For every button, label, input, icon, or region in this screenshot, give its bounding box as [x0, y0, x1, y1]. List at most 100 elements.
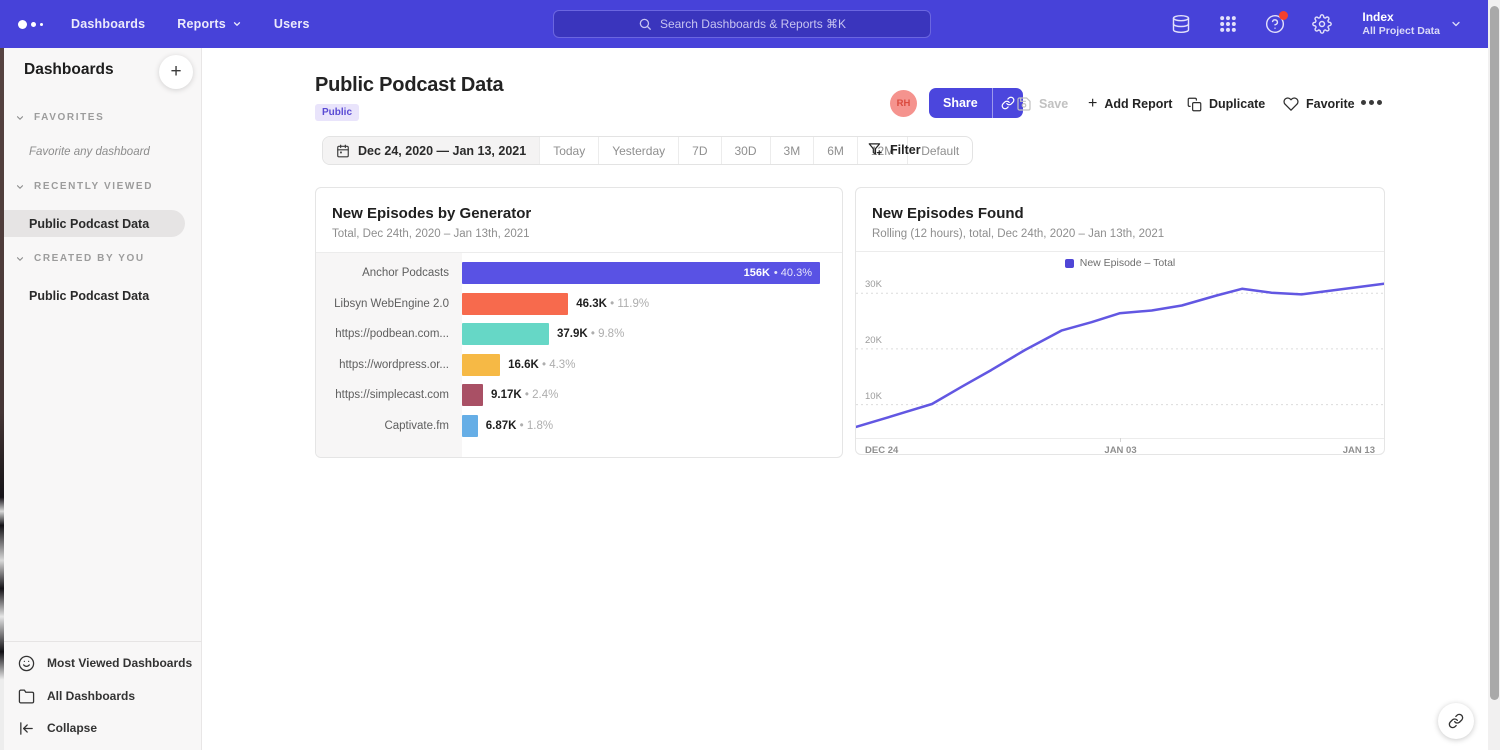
date-preset-3m[interactable]: 3M — [770, 137, 814, 164]
line-chart-canvas — [856, 271, 1384, 438]
bar-category-label: https://podbean.com... — [316, 328, 462, 340]
new-episodes-by-generator-card: New Episodes by Generator Total, Dec 24t… — [315, 187, 843, 458]
date-preset-today[interactable]: Today — [539, 137, 598, 164]
bar[interactable] — [462, 354, 500, 376]
global-search-input[interactable]: Search Dashboards & Reports ⌘K — [553, 10, 931, 38]
save-icon — [1016, 96, 1032, 112]
date-preset-7d[interactable]: 7D — [678, 137, 720, 164]
card-title: New Episodes by Generator — [332, 205, 826, 222]
add-dashboard-button[interactable]: + — [159, 55, 193, 89]
collapse-sidebar-button[interactable]: Collapse — [4, 713, 202, 743]
bar-category-label: Anchor Podcasts — [316, 267, 462, 279]
date-preset-yesterday[interactable]: Yesterday — [598, 137, 678, 164]
project-scope: All Project Data — [1362, 25, 1440, 38]
add-report-button[interactable]: + Add Report — [1088, 95, 1172, 113]
more-actions-button[interactable] — [1361, 100, 1382, 105]
bar[interactable] — [462, 415, 478, 437]
card-subtitle: Rolling (12 hours), total, Dec 24th, 202… — [872, 228, 1368, 240]
legend-label: New Episode – Total — [1080, 257, 1176, 269]
bar-value-label: 9.17K • 2.4% — [491, 389, 558, 401]
line-chart: 10K20K30K — [856, 271, 1384, 438]
bar-value-label: 156K• 40.3% — [744, 262, 812, 284]
share-link-floating-button[interactable] — [1438, 703, 1474, 739]
bar-row: https://simplecast.com 9.17K • 2.4% — [316, 380, 843, 411]
share-button[interactable]: Share — [929, 88, 992, 118]
most-viewed-dashboards-button[interactable]: Most Viewed Dashboards — [4, 648, 202, 678]
chevron-down-icon — [15, 182, 25, 192]
collapse-icon — [18, 720, 35, 737]
link-icon — [1001, 96, 1015, 110]
notification-badge — [1279, 11, 1288, 20]
bar-value-label: 16.6K • 4.3% — [508, 359, 575, 371]
favorites-empty-hint: Favorite any dashboard — [29, 146, 150, 158]
topbar-right-cluster: Index All Project Data — [1170, 0, 1462, 48]
project-switcher[interactable]: Index All Project Data — [1362, 10, 1462, 38]
bar-category-label: Captivate.fm — [316, 420, 462, 432]
nav-users[interactable]: Users — [274, 17, 310, 31]
nav-dashboards[interactable]: Dashboards — [71, 17, 145, 31]
section-favorites[interactable]: FAVORITES — [15, 112, 104, 123]
bar-row: Captivate.fm 6.87K • 1.8% — [316, 411, 843, 442]
chevron-down-icon — [1450, 18, 1462, 30]
chevron-down-icon — [15, 254, 25, 264]
dashboards-sidebar: Dashboards + FAVORITES Favorite any dash… — [4, 48, 202, 750]
bar-row: Anchor Podcasts 156K• 40.3% — [316, 258, 843, 289]
page-title: Public Podcast Data — [315, 74, 503, 97]
folder-icon — [18, 688, 35, 705]
link-icon — [1448, 713, 1464, 729]
bar[interactable]: 156K• 40.3% — [462, 262, 820, 284]
heart-icon — [1283, 96, 1299, 112]
smile-icon — [18, 655, 35, 672]
custom-date-range-button[interactable]: Dec 24, 2020 — Jan 13, 2021 — [323, 137, 539, 164]
plus-icon: + — [1088, 96, 1097, 112]
section-recently-viewed[interactable]: RECENTLY VIEWED — [15, 181, 153, 192]
section-created-by-you[interactable]: CREATED BY YOU — [15, 253, 145, 264]
save-button[interactable]: Save — [1016, 95, 1068, 113]
filter-funnel-icon — [868, 142, 883, 157]
series-line[interactable] — [856, 284, 1384, 427]
app-window: Dashboards Reports Users Search Dashboar… — [0, 0, 1500, 750]
bar-category-label: Libsyn WebEngine 2.0 — [316, 298, 462, 310]
favorite-button[interactable]: Favorite — [1283, 95, 1355, 113]
sidebar-item-public-podcast-data[interactable]: Public Podcast Data — [4, 210, 185, 237]
app-logo-icon[interactable] — [18, 20, 43, 29]
new-episodes-found-card: New Episodes Found Rolling (12 hours), t… — [855, 187, 1385, 455]
bar-category-label: https://simplecast.com — [316, 389, 462, 401]
card-subtitle: Total, Dec 24th, 2020 – Jan 13th, 2021 — [332, 228, 826, 240]
bar[interactable] — [462, 384, 483, 406]
bar[interactable] — [462, 323, 549, 345]
bar-category-label: https://wordpress.or... — [316, 359, 462, 371]
bar-row: Libsyn WebEngine 2.0 46.3K • 11.9% — [316, 289, 843, 320]
duplicate-button[interactable]: Duplicate — [1187, 95, 1265, 113]
help-icon[interactable] — [1264, 14, 1285, 35]
scrollbar-thumb[interactable] — [1490, 6, 1499, 700]
search-placeholder: Search Dashboards & Reports ⌘K — [660, 17, 846, 31]
nav-reports[interactable]: Reports — [177, 17, 242, 31]
top-navigation-bar: Dashboards Reports Users Search Dashboar… — [0, 0, 1488, 48]
bar-value-label: 6.87K • 1.8% — [486, 420, 553, 432]
card-title: New Episodes Found — [872, 205, 1368, 222]
bar[interactable] — [462, 293, 568, 315]
project-name: Index — [1362, 10, 1440, 25]
legend-swatch — [1065, 259, 1074, 268]
chevron-down-icon — [15, 113, 25, 123]
avatar[interactable]: RH — [890, 90, 917, 117]
copy-icon — [1187, 97, 1202, 112]
filter-button[interactable]: Filter — [868, 142, 921, 157]
database-icon[interactable] — [1170, 14, 1191, 35]
bar-value-label: 37.9K • 9.8% — [557, 328, 624, 340]
x-axis-labels: DEC 24 JAN 03 JAN 13 — [856, 445, 1384, 455]
bar-value-label: 46.3K • 11.9% — [576, 298, 649, 310]
all-dashboards-button[interactable]: All Dashboards — [4, 681, 202, 711]
settings-gear-icon[interactable] — [1311, 14, 1332, 35]
date-preset-30d[interactable]: 30D — [721, 137, 770, 164]
bar-chart: Anchor Podcasts 156K• 40.3% Libsyn WebEngi… — [316, 252, 843, 446]
x-axis-tick — [1120, 438, 1121, 442]
sidebar-item-public-podcast-data-2[interactable]: Public Podcast Data — [4, 282, 185, 309]
apps-grid-icon[interactable] — [1217, 14, 1238, 35]
share-button-group: Share — [929, 88, 1023, 118]
calendar-icon — [336, 144, 350, 158]
bar-row: https://podbean.com... 37.9K • 9.8% — [316, 319, 843, 350]
primary-nav: Dashboards Reports Users — [71, 17, 310, 31]
date-preset-6m[interactable]: 6M — [813, 137, 857, 164]
